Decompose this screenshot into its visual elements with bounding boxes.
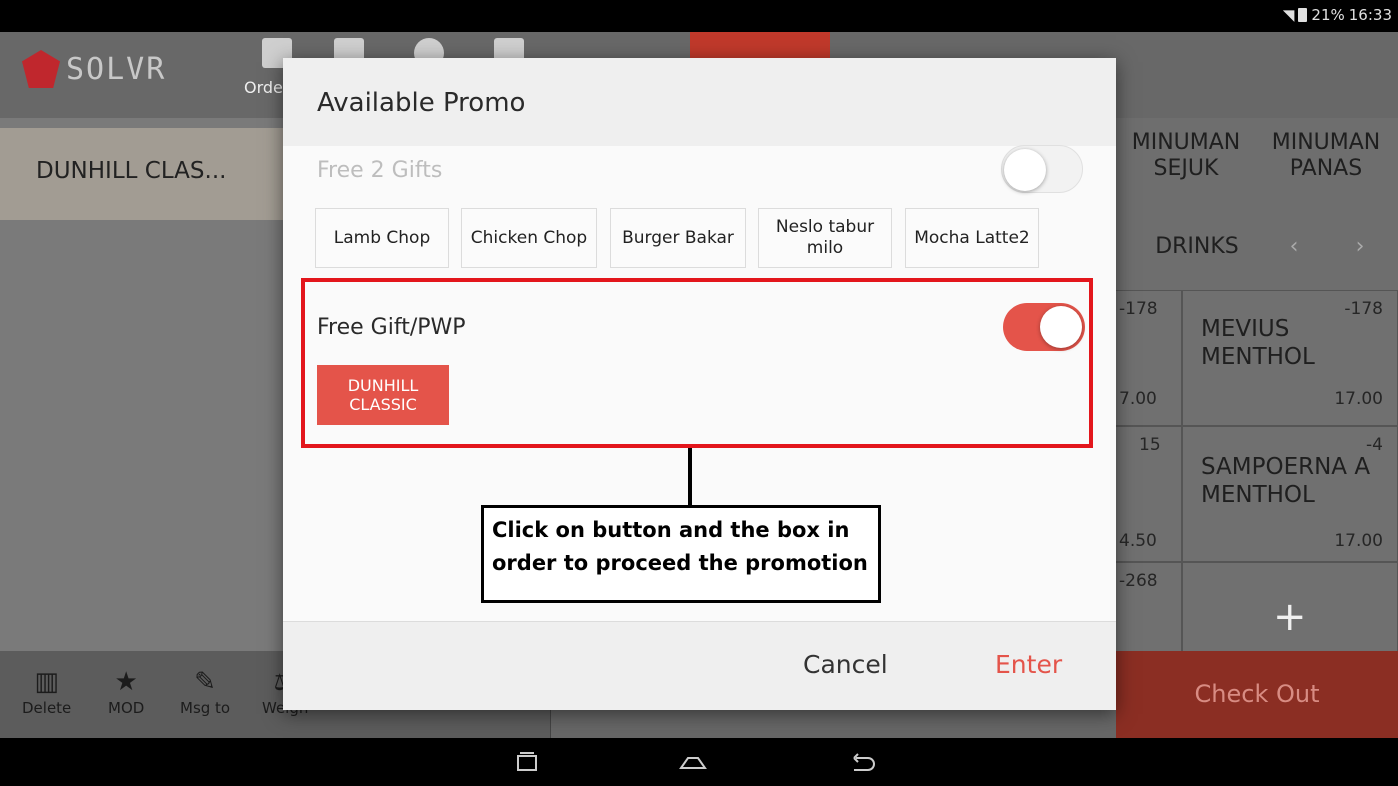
system-nav-bar — [0, 738, 1398, 786]
dialog-footer: Cancel Enter — [283, 621, 1116, 710]
product-tile-sampoerna[interactable]: -4 SAMPOERNA A MENTHOL 17.00 — [1182, 426, 1398, 562]
brand-logo: SOLVR — [22, 50, 166, 88]
product-tile[interactable]: -178 7.00 — [1114, 290, 1182, 426]
product-name: MEVIUS MENTHOL — [1201, 316, 1315, 370]
checkout-button[interactable]: Check Out — [1116, 651, 1398, 738]
logo-text: SOLVR — [66, 51, 167, 87]
product-qty: -268 — [1119, 571, 1158, 591]
toggle-knob — [1040, 306, 1082, 348]
product-price: 4.50 — [1119, 531, 1157, 551]
order-line-name: DUNHILL CLAS... — [36, 158, 227, 184]
order-tab-label[interactable]: Orde — [244, 78, 283, 97]
add-product-tile[interactable]: + — [1182, 562, 1398, 652]
product-qty: -178 — [1119, 299, 1158, 319]
mod-button[interactable]: ★ MOD — [108, 667, 144, 717]
promo-free-2-gifts-toggle[interactable] — [1001, 145, 1083, 193]
enter-button[interactable]: Enter — [995, 650, 1062, 679]
delete-label: Delete — [22, 699, 72, 717]
promo-free-gift-pwp-label: Free Gift/PWP — [317, 315, 466, 340]
gift-option-button[interactable]: Chicken Chop — [461, 208, 597, 268]
wifi-icon: ◥ — [1282, 6, 1295, 24]
star-icon: ★ — [114, 667, 138, 697]
instruction-callout: Click on button and the box in order to … — [481, 505, 881, 603]
back-icon[interactable] — [848, 750, 878, 774]
plus-icon: + — [1273, 594, 1307, 640]
app-screen: ◥ 21% 16:33 SOLVR Orde DUNHILL CLAS... ▥… — [0, 0, 1398, 786]
dialog-header: Available Promo — [283, 58, 1116, 146]
clock: 16:33 — [1348, 6, 1392, 24]
available-promo-dialog: Available Promo Free 2 Gifts Lamb Chop C… — [283, 58, 1116, 710]
callout-connector — [688, 448, 692, 506]
cancel-button[interactable]: Cancel — [803, 650, 888, 679]
mod-label: MOD — [108, 699, 145, 717]
gift-option-button[interactable]: Neslo tabur milo — [758, 208, 892, 268]
toggle-knob — [1004, 149, 1046, 191]
battery-icon — [1298, 8, 1308, 22]
product-tile[interactable]: -268 — [1114, 562, 1182, 652]
recent-apps-icon[interactable] — [512, 750, 542, 774]
battery-level: 21% — [1311, 6, 1345, 24]
product-tile-mevius[interactable]: -178 MEVIUS MENTHOL 17.00 — [1182, 290, 1398, 426]
category-drinks[interactable]: DRINKS — [1142, 234, 1252, 260]
product-qty: -4 — [1366, 435, 1383, 455]
gift-option-button[interactable]: Burger Bakar — [610, 208, 746, 268]
status-bar: ◥ 21% 16:33 — [0, 0, 1398, 32]
msg-to-label: Msg to — [180, 699, 231, 717]
pencil-icon: ✎ — [194, 667, 216, 697]
trash-icon: ▥ — [34, 667, 59, 697]
promo-free-gift-pwp-toggle[interactable] — [1003, 303, 1085, 351]
next-category-button[interactable]: › — [1340, 234, 1380, 260]
product-qty: 15 — [1139, 435, 1161, 455]
promo-item-dunhill-classic-button[interactable]: DUNHILL CLASSIC — [317, 365, 449, 425]
gift-option-button[interactable]: Mocha Latte2 — [905, 208, 1039, 268]
product-panel: MINUMAN SEJUK MINUMAN PANAS DRINKS ‹ › -… — [1114, 118, 1398, 738]
product-price: 17.00 — [1334, 531, 1383, 551]
product-tile[interactable]: 15 4.50 — [1114, 426, 1182, 562]
product-price: 17.00 — [1334, 389, 1383, 409]
category-hot-drinks[interactable]: MINUMAN PANAS — [1256, 130, 1396, 182]
home-icon[interactable] — [678, 750, 708, 774]
logo-icon — [22, 50, 60, 88]
promo-free-2-gifts-label: Free 2 Gifts — [317, 158, 443, 183]
product-name: SAMPOERNA A MENTHOL — [1201, 454, 1371, 508]
msg-to-button[interactable]: ✎ Msg to — [180, 667, 230, 717]
delete-button[interactable]: ▥ Delete — [22, 667, 71, 717]
category-cold-drinks[interactable]: MINUMAN SEJUK — [1118, 130, 1254, 182]
product-price: 7.00 — [1119, 389, 1157, 409]
gift-option-button[interactable]: Lamb Chop — [315, 208, 449, 268]
prev-category-button[interactable]: ‹ — [1274, 234, 1314, 260]
dialog-title: Available Promo — [317, 88, 526, 118]
